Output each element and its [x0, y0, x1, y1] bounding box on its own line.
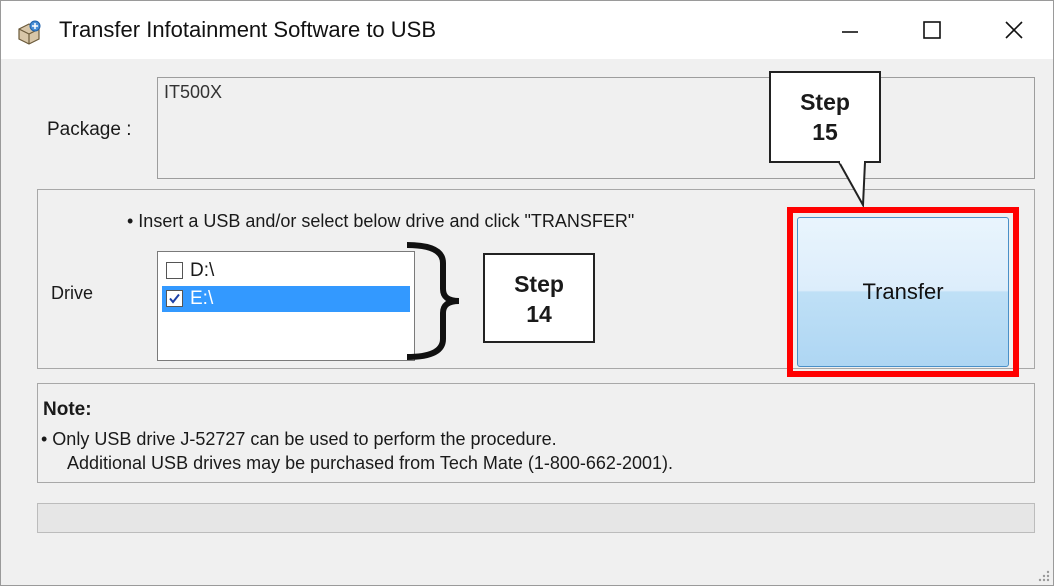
callout-line: Step — [514, 271, 564, 297]
note-text-line: Additional USB drives may be purchased f… — [67, 453, 673, 473]
callout-line: 15 — [812, 119, 838, 145]
package-label: Package : — [47, 119, 132, 140]
drive-instruction: • Insert a USB and/or select below drive… — [127, 211, 635, 231]
drive-label: Drive — [51, 283, 94, 303]
drive-item-d[interactable]: D:\ — [162, 258, 410, 284]
window-title: Transfer Infotainment Software to USB — [59, 17, 437, 42]
step-15-callout: Step 15 — [769, 71, 881, 163]
software-package-icon — [15, 19, 43, 47]
bracket-annotation — [406, 242, 460, 360]
callout-pointer — [838, 161, 866, 207]
drive-e-checkbox[interactable] — [166, 290, 183, 307]
close-icon — [1005, 21, 1023, 39]
callout-line: Step — [800, 89, 850, 115]
transfer-dialog-window: Transfer Infotainment Software to USB Pa… — [0, 0, 1054, 586]
drive-list[interactable]: D:\ E:\ — [157, 251, 415, 361]
note-title: Note: — [43, 399, 92, 420]
drive-item-label: E:\ — [190, 288, 214, 309]
transfer-button[interactable]: Transfer — [797, 217, 1009, 367]
callout-line: 14 — [526, 301, 552, 327]
maximize-button[interactable] — [891, 1, 973, 59]
progress-bar — [37, 503, 1035, 533]
drive-item-e[interactable]: E:\ — [162, 286, 410, 312]
drive-d-checkbox[interactable] — [166, 262, 183, 279]
note-text-line: • Only USB drive J-52727 can be used to … — [41, 429, 557, 449]
step-14-callout: Step 14 — [483, 253, 595, 343]
minimize-icon — [842, 31, 858, 33]
package-value: IT500X — [164, 82, 223, 102]
checkmark-icon — [169, 293, 180, 304]
title-bar[interactable]: Transfer Infotainment Software to USB — [1, 1, 1053, 59]
package-field[interactable]: IT500X — [157, 77, 1035, 179]
maximize-icon — [923, 21, 941, 39]
drive-item-label: D:\ — [190, 260, 215, 281]
resize-grip-icon[interactable] — [1035, 567, 1051, 583]
close-button[interactable] — [973, 1, 1054, 59]
minimize-button[interactable] — [809, 1, 891, 59]
